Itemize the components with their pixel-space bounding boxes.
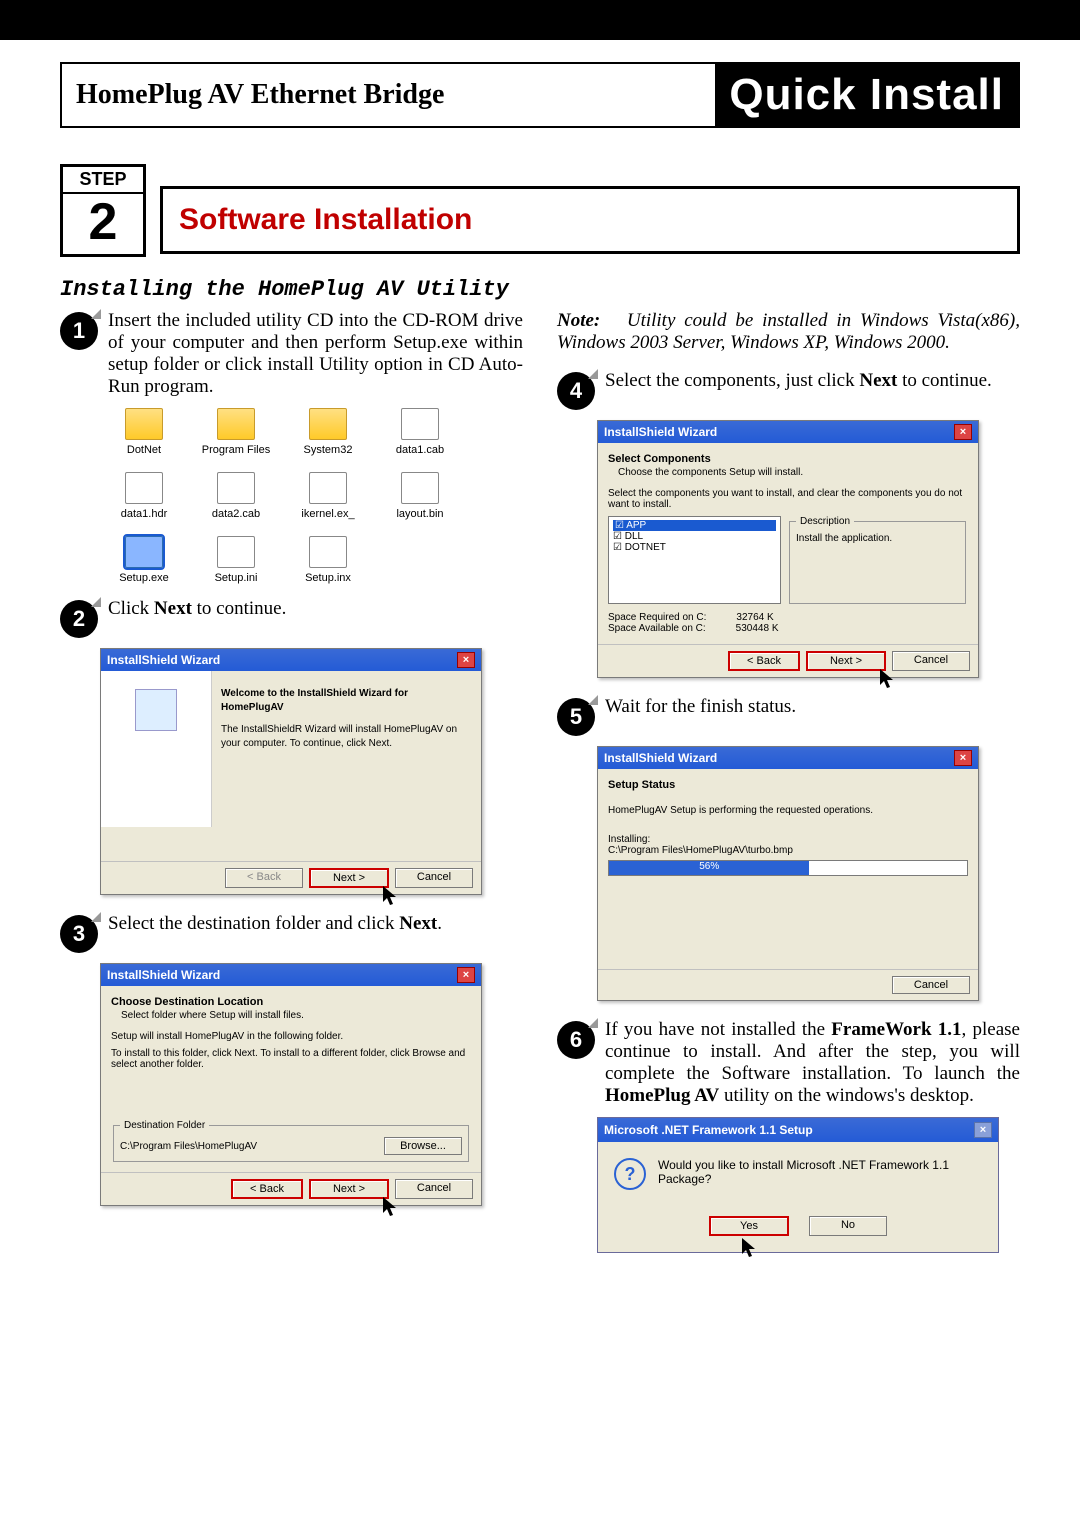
wizard-line: HomePlugAV Setup is performing the reque…	[608, 805, 968, 816]
space-available-value: 530448 K	[736, 623, 779, 634]
wizard-title: InstallShield Wizard	[604, 751, 717, 765]
wizard-heading: Welcome to the InstallShield Wizard for …	[221, 688, 408, 713]
component-item[interactable]: ☑ DOTNET	[613, 542, 776, 553]
no-button[interactable]: No	[809, 1216, 887, 1236]
step-badge: STEP 2	[60, 164, 146, 257]
bullet-3-icon: 3	[60, 915, 98, 953]
step-number: 2	[63, 194, 143, 254]
wizard-line: Setup will install HomePlugAV in the fol…	[111, 1031, 471, 1042]
file-item[interactable]: data1.cab	[384, 408, 456, 456]
folder-item[interactable]: DotNet	[108, 408, 180, 456]
note-block: Note: Utility could be installed in Wind…	[557, 310, 1020, 354]
dotnet-title: Microsoft .NET Framework 1.1 Setup	[604, 1123, 813, 1137]
bullet-1-text: Insert the included utility CD into the …	[108, 310, 523, 398]
description-legend: Description	[796, 516, 854, 527]
component-item[interactable]: ☑ DLL	[613, 531, 776, 542]
file-item[interactable]: ikernel.ex_	[292, 472, 364, 520]
wizard-status: InstallShield Wizard × Setup Status HomeP…	[597, 746, 979, 1001]
wizard-subheading: Choose the components Setup will install…	[618, 467, 968, 478]
section-title: Software Installation	[160, 186, 1020, 254]
space-required-value: 32764 K	[736, 612, 773, 623]
wizard-title: InstallShield Wizard	[604, 425, 717, 439]
dotnet-question: Would you like to install Microsoft .NET…	[658, 1158, 982, 1186]
header-left-title: HomePlug AV Ethernet Bridge	[62, 64, 715, 126]
next-button[interactable]: Next >	[309, 1179, 389, 1199]
doc-header: HomePlug AV Ethernet Bridge Quick Instal…	[60, 62, 1020, 128]
component-item[interactable]: ☑ APP	[613, 520, 776, 531]
step-label: STEP	[63, 167, 143, 194]
progress-value: 56%	[609, 861, 809, 875]
wizard-title: InstallShield Wizard	[107, 653, 220, 667]
cancel-button[interactable]: Cancel	[395, 868, 473, 888]
folder-item[interactable]: Program Files	[200, 408, 272, 456]
space-available-label: Space Available on C:	[608, 623, 706, 634]
pointer-icon	[738, 1236, 762, 1260]
top-black-band	[0, 0, 1080, 40]
wizard-welcome: InstallShield Wizard × Welcome to the Ins…	[100, 648, 482, 895]
back-button[interactable]: < Back	[728, 651, 800, 671]
bullet-4-text: Select the components, just click Next t…	[605, 370, 1020, 410]
installing-path: C:\Program Files\HomePlugAV\turbo.bmp	[608, 845, 968, 856]
dest-folder-legend: Destination Folder	[120, 1120, 209, 1131]
file-item[interactable]: Setup.ini	[200, 536, 272, 584]
bullet-2-icon: 2	[60, 600, 98, 638]
bullet-6-text: If you have not installed the FrameWork …	[605, 1019, 1020, 1107]
bullet-4-icon: 4	[557, 372, 595, 410]
wizard-heading: Setup Status	[608, 779, 675, 791]
file-item[interactable]: layout.bin	[384, 472, 456, 520]
close-icon[interactable]: ×	[954, 750, 972, 766]
setup-exe[interactable]: Setup.exe	[108, 536, 180, 584]
header-right-title: Quick Install	[715, 64, 1018, 126]
bullet-1-icon: 1	[60, 312, 98, 350]
file-item[interactable]: data1.hdr	[108, 472, 180, 520]
file-item[interactable]: Setup.inx	[292, 536, 364, 584]
next-button[interactable]: Next >	[309, 868, 389, 888]
wizard-glyph-icon	[135, 689, 177, 731]
subheading: Installing the HomePlug AV Utility	[60, 277, 1020, 302]
bullet-5-icon: 5	[557, 698, 595, 736]
yes-button[interactable]: Yes	[709, 1216, 789, 1236]
wizard-subheading: Select folder where Setup will install f…	[121, 1010, 471, 1021]
browse-button[interactable]: Browse...	[384, 1137, 462, 1155]
bullet-6-icon: 6	[557, 1021, 595, 1059]
file-item[interactable]: data2.cab	[200, 472, 272, 520]
progress-bar: 56%	[608, 860, 968, 876]
close-icon[interactable]: ×	[974, 1122, 992, 1138]
wizard-title: InstallShield Wizard	[107, 968, 220, 982]
wizard-heading: Select Components	[608, 453, 711, 465]
close-icon[interactable]: ×	[457, 652, 475, 668]
question-icon: ?	[614, 1158, 646, 1190]
folder-listing: DotNet Program Files System32 data1.cab …	[108, 408, 523, 584]
bullet-2-text: Click Next to continue.	[108, 598, 523, 638]
back-button: < Back	[225, 868, 303, 888]
wizard-destination: InstallShield Wizard × Choose Destination…	[100, 963, 482, 1206]
dest-folder-path: C:\Program Files\HomePlugAV	[120, 1141, 257, 1152]
bullet-5-text: Wait for the finish status.	[605, 696, 1020, 736]
dotnet-dialog: Microsoft .NET Framework 1.1 Setup × ? Wo…	[597, 1117, 999, 1253]
space-required-label: Space Required on C:	[608, 612, 706, 623]
next-button[interactable]: Next >	[806, 651, 886, 671]
installing-label: Installing:	[608, 834, 968, 845]
cancel-button[interactable]: Cancel	[892, 976, 970, 994]
bullet-3-text: Select the destination folder and click …	[108, 913, 523, 953]
cancel-button[interactable]: Cancel	[892, 651, 970, 671]
cancel-button[interactable]: Cancel	[395, 1179, 473, 1199]
wizard-body-text: The InstallShieldR Wizard will install H…	[221, 723, 469, 751]
wizard-line: To install to this folder, click Next. T…	[111, 1048, 471, 1070]
description-text: Install the application.	[796, 533, 959, 544]
folder-item[interactable]: System32	[292, 408, 364, 456]
close-icon[interactable]: ×	[954, 424, 972, 440]
wizard-banner	[101, 671, 212, 827]
close-icon[interactable]: ×	[457, 967, 475, 983]
wizard-line: Select the components you want to instal…	[608, 488, 968, 510]
wizard-heading: Choose Destination Location	[111, 996, 263, 1008]
wizard-components: InstallShield Wizard× Select Components …	[597, 420, 979, 678]
back-button[interactable]: < Back	[231, 1179, 303, 1199]
